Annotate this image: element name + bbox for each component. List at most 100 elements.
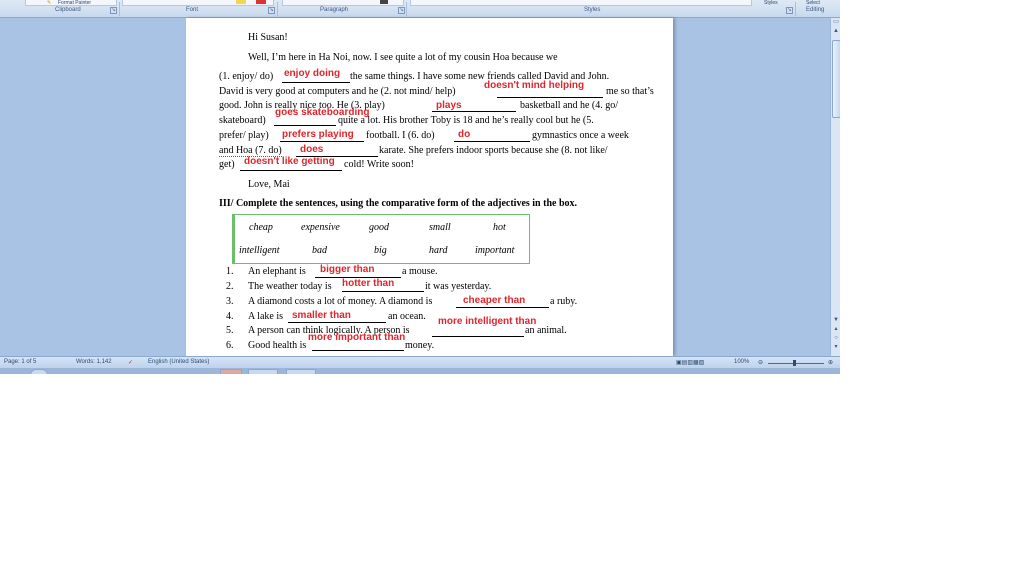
letter-line: skateboard) [219, 115, 266, 126]
letter-greeting: Hi Susan! [248, 32, 288, 43]
answer-3: plays [436, 100, 462, 111]
next-page-icon[interactable]: ▾ [832, 343, 840, 351]
letter-line: gymnastics once a week [532, 130, 629, 141]
adjective-box: cheap expensive good small hot intellige… [232, 214, 530, 264]
letter-line: basketball and he (4. go/ [520, 100, 619, 111]
zoom-out-icon[interactable]: ⊖ [758, 359, 763, 366]
scroll-down-icon[interactable]: ▼ [832, 316, 840, 324]
zoom-level[interactable]: 100% [734, 359, 749, 365]
item-text: a ruby. [550, 296, 578, 307]
page-count[interactable]: Page: 1 of 5 [4, 359, 36, 365]
taskbar-app-button[interactable] [286, 369, 316, 374]
item-text: an animal. [525, 325, 567, 336]
separator [119, 2, 120, 16]
item-number: 3. [226, 296, 234, 307]
box-word: bad [312, 245, 327, 256]
font-color-icon[interactable] [256, 0, 266, 4]
item-blank [288, 322, 386, 323]
answer-blank-4 [274, 125, 336, 126]
box-word: cheap [249, 222, 273, 233]
box-word: hard [429, 245, 448, 256]
answer-1: enjoy doing [284, 68, 341, 79]
answer-6: do [458, 129, 471, 140]
letter-line: cold! Write soon! [344, 159, 414, 170]
styles-gallery[interactable] [410, 0, 752, 6]
start-orb-icon[interactable] [30, 369, 48, 374]
letter-line: Well, I’m here in Ha Noi, now. I see qui… [248, 52, 558, 63]
zoom-slider[interactable] [768, 363, 824, 364]
item-answer: smaller than [292, 310, 351, 321]
item-text: The weather today is [248, 281, 332, 292]
paragraph-launcher-icon[interactable]: ↘ [398, 7, 405, 14]
item-text: an ocean. [388, 311, 426, 322]
box-word: hot [493, 222, 506, 233]
item-answer: hotter than [342, 278, 395, 289]
taskbar-strip [0, 368, 840, 374]
word-count[interactable]: Words: 1,142 [76, 359, 112, 365]
scroll-thumb[interactable] [832, 40, 840, 118]
item-text: An elephant is [248, 266, 306, 277]
item-text: A diamond costs a lot of money. A diamon… [248, 296, 433, 307]
font-launcher-icon[interactable]: ↘ [268, 7, 275, 14]
letter-line: quite a lot. His brother Toby is 18 and … [338, 115, 594, 126]
previous-page-icon[interactable]: ▴ [832, 325, 840, 333]
item-blank [456, 307, 549, 308]
document-page[interactable]: Hi Susan! Well, I’m here in Ha Noi, now.… [186, 18, 673, 356]
select-button[interactable]: Select [806, 0, 820, 6]
ribbon: Format Painter ✎ Styles Select Clipboard… [0, 0, 840, 18]
separator [795, 2, 796, 16]
item-text: money. [405, 340, 435, 351]
answer-blank-5 [280, 141, 364, 142]
item-text: A lake is [248, 311, 283, 322]
zoom-slider-thumb[interactable] [793, 360, 796, 366]
proofing-icon[interactable]: ✓ [128, 359, 133, 366]
group-paragraph-label: Paragraph [320, 7, 349, 13]
group-font-label: Font [186, 7, 199, 13]
view-buttons[interactable]: ▣▤▥▦▧ [676, 359, 704, 366]
taskbar-app-button[interactable] [220, 369, 242, 374]
language-indicator[interactable]: English (United States) [148, 359, 209, 365]
letter-line: karate. She prefers indoor sports becaus… [379, 145, 608, 156]
answer-blank-2 [497, 97, 603, 98]
clipboard-launcher-icon[interactable]: ↘ [110, 7, 117, 14]
letter-line: football. I (6. do) [366, 130, 435, 141]
answer-blank-3 [432, 111, 516, 112]
item-answer: more intelligent than [438, 316, 537, 327]
answer-7: does [300, 144, 324, 155]
box-word: big [374, 245, 387, 256]
item-number: 6. [226, 340, 234, 351]
styles-launcher-icon[interactable]: ↘ [786, 7, 793, 14]
select-browse-object-icon[interactable]: ○ [832, 334, 840, 342]
box-word: important [475, 245, 515, 256]
item-text: a mouse. [402, 266, 438, 277]
item-blank [342, 291, 424, 292]
letter-line: me so that’s [606, 86, 654, 97]
letter-closing: Love, Mai [248, 179, 290, 190]
group-styles-label: Styles [584, 7, 601, 13]
letter-line: David is very good at computers and he (… [219, 86, 456, 97]
answer-blank-6 [454, 141, 530, 142]
zoom-in-icon[interactable]: ⊕ [828, 359, 833, 366]
answer-5: prefers playing [282, 129, 354, 140]
vertical-scrollbar[interactable]: ▭ ▲ ▼ ▴ ○ ▾ [830, 18, 840, 356]
taskbar-app-button[interactable] [248, 369, 278, 374]
box-word: small [429, 222, 451, 233]
group-clipboard-label: Clipboard [55, 7, 81, 13]
font-strip [122, 0, 274, 6]
document-area[interactable]: Hi Susan! Well, I’m here in Ha Noi, now.… [0, 18, 830, 356]
box-word: good [369, 222, 389, 233]
item-number: 4. [226, 311, 234, 322]
item-text: Good health is [248, 340, 307, 351]
highlight-icon[interactable] [236, 0, 246, 4]
scroll-up-icon[interactable]: ▲ [832, 27, 840, 35]
ruler-toggle-icon[interactable]: ▭ [832, 18, 840, 26]
format-painter-button[interactable]: Format Painter [58, 0, 91, 6]
section-heading: III/ Complete the sentences, using the c… [219, 198, 578, 209]
item-number: 1. [226, 266, 234, 277]
change-styles-button[interactable]: Styles [764, 0, 778, 6]
letter-line: prefer/ play) [219, 130, 269, 141]
item-number: 5. [226, 325, 234, 336]
show-marks-icon[interactable] [380, 0, 388, 4]
word-window: Format Painter ✎ Styles Select Clipboard… [0, 0, 840, 374]
answer-blank-1 [282, 82, 350, 83]
